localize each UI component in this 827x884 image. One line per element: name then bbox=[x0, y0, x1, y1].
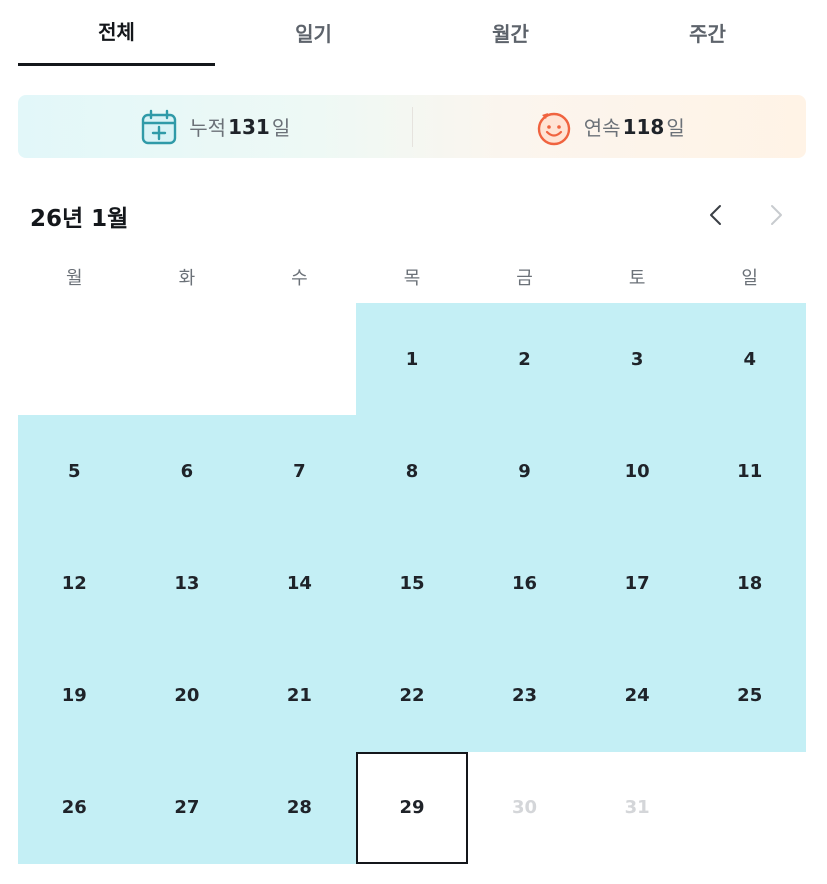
calendar-day-2[interactable]: 2 bbox=[468, 303, 581, 416]
calendar-day-25[interactable]: 25 bbox=[693, 639, 806, 752]
calendar-day-16[interactable]: 16 bbox=[468, 527, 581, 640]
weekday-header: 월 화 수 목 금 토 일 bbox=[18, 262, 806, 292]
calendar-day-3[interactable]: 3 bbox=[580, 303, 694, 416]
calendar-day-31: 31 bbox=[624, 797, 650, 819]
calendar-day-5[interactable]: 5 bbox=[18, 415, 131, 528]
streak-days-stat: 연속 118 일 bbox=[413, 107, 807, 147]
calendar-day-18[interactable]: 18 bbox=[693, 527, 806, 640]
calendar-day-17[interactable]: 17 bbox=[580, 527, 694, 640]
calendar-grid: 1 2 3 4 5 6 7 8 9 10 11 12 13 14 15 16 17 18 19 20 21 22 23 24 2… bbox=[18, 303, 806, 864]
calendar-day-1[interactable]: 1 bbox=[355, 303, 469, 416]
month-header: 26년 1월 bbox=[18, 195, 806, 235]
calendar-plus-icon bbox=[139, 107, 179, 147]
calendar-day-22[interactable]: 22 bbox=[355, 639, 469, 752]
next-month-button[interactable] bbox=[760, 199, 792, 231]
calendar-day-12[interactable]: 12 bbox=[18, 527, 131, 640]
calendar-day-24[interactable]: 24 bbox=[580, 639, 694, 752]
tab-monthly[interactable]: 월간 bbox=[412, 0, 609, 66]
tab-weekly[interactable]: 주간 bbox=[609, 0, 806, 66]
weekday-tue: 화 bbox=[178, 268, 196, 289]
cumulative-value: 131 bbox=[228, 114, 270, 139]
calendar-day-30: 30 bbox=[512, 797, 538, 819]
month-title: 26년 1월 bbox=[30, 206, 129, 232]
calendar-empty-cell bbox=[243, 303, 356, 415]
calendar-day-8[interactable]: 8 bbox=[355, 415, 469, 528]
weekday-wed: 수 bbox=[291, 268, 308, 289]
streak-unit: 일 bbox=[666, 116, 685, 140]
streak-label: 연속 bbox=[583, 116, 621, 140]
calendar-day-20[interactable]: 20 bbox=[130, 639, 244, 752]
calendar-empty-cell bbox=[18, 303, 131, 415]
tab-all[interactable]: 전체 bbox=[18, 0, 215, 66]
calendar-day-10[interactable]: 10 bbox=[580, 415, 694, 528]
calendar-day-9[interactable]: 9 bbox=[468, 415, 581, 528]
previous-month-button[interactable] bbox=[700, 199, 732, 231]
cumulative-unit: 일 bbox=[271, 116, 291, 140]
calendar-day-4[interactable]: 4 bbox=[693, 303, 806, 416]
calendar-day-15[interactable]: 15 bbox=[355, 527, 469, 640]
streak-value: 118 bbox=[622, 114, 665, 139]
tab-diary[interactable]: 일기 bbox=[215, 0, 412, 66]
calendar-empty-cell bbox=[693, 752, 806, 864]
calendar-day-14[interactable]: 14 bbox=[243, 527, 356, 640]
calendar-day-13[interactable]: 13 bbox=[130, 527, 244, 640]
weekday-sat: 토 bbox=[628, 268, 646, 289]
weekday-fri: 금 bbox=[516, 268, 533, 289]
calendar-day-19[interactable]: 19 bbox=[18, 639, 131, 752]
calendar-day-28[interactable]: 28 bbox=[243, 751, 356, 864]
calendar-day-6[interactable]: 6 bbox=[130, 415, 244, 528]
cumulative-label: 누적 bbox=[189, 116, 227, 140]
weekday-mon: 월 bbox=[66, 268, 83, 289]
calendar-empty-cell bbox=[131, 303, 244, 415]
calendar-day-26[interactable]: 26 bbox=[18, 751, 131, 864]
calendar-day-11[interactable]: 11 bbox=[693, 415, 806, 528]
calendar-day-21[interactable]: 21 bbox=[243, 639, 356, 752]
weekday-thu: 목 bbox=[403, 268, 421, 289]
chevron-left-icon bbox=[710, 205, 721, 225]
weekday-sun: 일 bbox=[741, 268, 758, 289]
cumulative-days-stat: 누적 131 일 bbox=[18, 107, 412, 147]
calendar-day-7[interactable]: 7 bbox=[243, 415, 356, 528]
view-tabs: 전체 일기 월간 주간 bbox=[18, 0, 806, 68]
smiley-face-icon bbox=[534, 107, 574, 147]
calendar-day-29[interactable]: 29 bbox=[355, 751, 469, 864]
stats-banner: 누적 131 일 연속 118 일 bbox=[18, 95, 806, 158]
chevron-right-icon bbox=[771, 205, 782, 225]
calendar-day-27[interactable]: 27 bbox=[130, 751, 244, 864]
calendar-day-23[interactable]: 23 bbox=[468, 639, 581, 752]
